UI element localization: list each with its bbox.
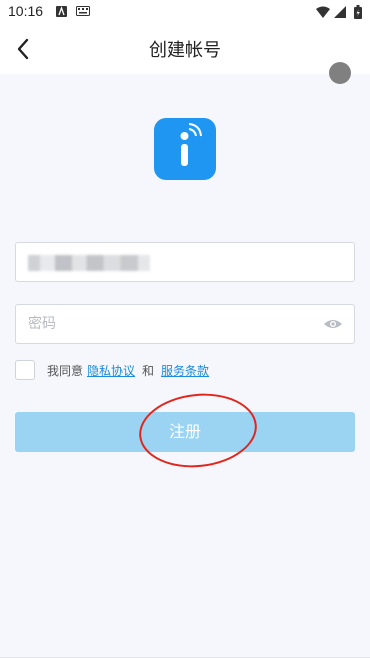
status-bar: 10:16	[0, 0, 370, 24]
agreement-prefix: 我同意	[47, 363, 84, 378]
wifi-icon	[316, 6, 330, 18]
keyboard-icon	[76, 6, 90, 16]
terms-of-service-link[interactable]: 服务条款	[161, 362, 209, 379]
register-button[interactable]: 注册	[15, 412, 355, 452]
password-field[interactable]	[15, 304, 355, 344]
agreement-row: 我同意 隐私协议 和 服务条款	[15, 360, 213, 380]
agreement-conjunction: 和	[142, 363, 155, 378]
floating-assistive-button[interactable]	[329, 62, 351, 84]
page-title: 创建帐号	[149, 40, 221, 61]
agree-checkbox[interactable]	[15, 360, 35, 380]
password-input[interactable]	[16, 305, 354, 343]
notification-a-icon	[56, 6, 67, 17]
eye-icon[interactable]	[323, 316, 343, 332]
header-bar: 创建帐号	[0, 24, 370, 74]
privacy-policy-link[interactable]: 隐私协议	[87, 362, 135, 379]
signal-icon	[334, 6, 346, 18]
battery-icon	[354, 5, 362, 19]
status-time: 10:16	[8, 3, 44, 19]
app-logo-icon	[154, 118, 216, 180]
redacted-account-value	[28, 255, 150, 271]
account-field[interactable]	[15, 242, 355, 282]
